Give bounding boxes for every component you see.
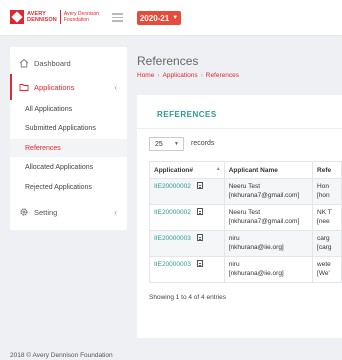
logo-divider bbox=[59, 10, 61, 24]
table-info: Showing 1 to 4 of 4 entries bbox=[149, 294, 226, 301]
applicant-email: [nkhurana@iie.org] bbox=[228, 244, 284, 251]
breadcrumb-references: References bbox=[205, 72, 239, 79]
applicant-name: niru bbox=[228, 235, 240, 242]
reference-name: carg bbox=[317, 235, 330, 242]
application-link[interactable]: IIE20000002 bbox=[154, 209, 191, 216]
cell-application: IIE20000002 bbox=[149, 178, 225, 205]
reference-email: [We' bbox=[317, 270, 330, 277]
cell-reference: Hon [hon bbox=[312, 178, 342, 205]
table-header-row: Application# ▲ Applicant Name Refe bbox=[149, 161, 342, 179]
table-row: IIE20000002 Neeru Test [nkhurana7@gmail.c… bbox=[149, 178, 342, 205]
document-icon[interactable] bbox=[196, 260, 203, 267]
breadcrumb: Home › Applications › References bbox=[137, 72, 239, 79]
year-value: 2020-21 bbox=[139, 13, 170, 23]
sidebar-subitem-references[interactable]: References bbox=[25, 145, 61, 152]
cell-applicant: niru [nkhurana@iie.org] bbox=[223, 256, 314, 283]
sidebar-item-label: Dashboard bbox=[34, 58, 71, 68]
sidebar-subitem-submitted-applications[interactable]: Submitted Applications bbox=[25, 125, 96, 132]
applicant-email: [nkhurana7@gmail.com] bbox=[228, 218, 300, 225]
cell-application: IIE20000002 bbox=[149, 204, 225, 231]
cell-application: IIE20000003 bbox=[149, 230, 225, 257]
footer-copyright: 2018 © Avery Dennison Foundation bbox=[10, 352, 113, 359]
column-header-applicant-name[interactable]: Applicant Name bbox=[223, 161, 314, 179]
references-card: REFERENCES 25 ▼ records Application# ▲ A… bbox=[137, 95, 342, 338]
breadcrumb-separator: › bbox=[200, 72, 203, 79]
home-icon bbox=[19, 58, 29, 68]
cell-application: IIE20000003 bbox=[149, 256, 225, 283]
document-icon[interactable] bbox=[196, 208, 203, 215]
year-select[interactable]: 2020-21 ▼ bbox=[137, 11, 181, 25]
reference-name: Hon bbox=[317, 183, 329, 190]
chevron-down-icon: ▼ bbox=[172, 15, 179, 21]
breadcrumb-home[interactable]: Home bbox=[137, 72, 154, 79]
applicant-name: niru bbox=[228, 261, 240, 268]
chevron-down-icon: ▼ bbox=[174, 141, 179, 147]
document-icon[interactable] bbox=[196, 182, 203, 189]
applicant-email: [nkhurana@iie.org] bbox=[228, 270, 284, 277]
logo-wordmark: AVERY DENNISON bbox=[27, 11, 57, 23]
sidebar-item-label: Setting bbox=[34, 207, 58, 217]
table-row: IIE20000003 niru [nkhurana@iie.org] carg [… bbox=[149, 230, 342, 257]
column-header-label: Applicant Name bbox=[228, 166, 278, 174]
reference-email: [hon bbox=[317, 192, 330, 199]
sidebar-item-applications[interactable]: Applications ‹ bbox=[10, 74, 127, 100]
reference-name: NK T bbox=[317, 209, 332, 216]
cell-applicant: Neeru Test [nkhurana7@gmail.com] bbox=[223, 178, 314, 205]
applicant-name: Neeru Test bbox=[228, 183, 261, 190]
cell-applicant: Neeru Test [nkhurana7@gmail.com] bbox=[223, 204, 314, 231]
page-title: References bbox=[137, 54, 199, 68]
sidebar-subitem-rejected-applications[interactable]: Rejected Applications bbox=[25, 184, 92, 191]
chevron-left-icon: ‹ bbox=[114, 207, 117, 217]
references-table: Application# ▲ Applicant Name Refe IIE20… bbox=[149, 161, 342, 283]
gear-icon bbox=[20, 208, 28, 216]
application-link[interactable]: IIE20000003 bbox=[154, 235, 191, 242]
applicant-email: [nkhurana7@gmail.com] bbox=[228, 192, 300, 199]
reference-email: [carg bbox=[317, 244, 332, 251]
sidebar-item-label: Applications bbox=[34, 82, 75, 92]
logo-mark-icon bbox=[10, 10, 24, 24]
top-bar: AVERY DENNISON Avery Dennison Foundation… bbox=[0, 0, 342, 36]
folder-icon bbox=[19, 84, 29, 91]
sidebar-item-setting[interactable]: Setting ‹ bbox=[10, 199, 127, 225]
cell-reference: NK T [nee bbox=[312, 204, 342, 231]
sidebar-subitem-allocated-applications[interactable]: Allocated Applications bbox=[25, 164, 93, 171]
column-header-label: Refe bbox=[317, 166, 332, 174]
breadcrumb-applications[interactable]: Applications bbox=[163, 72, 198, 79]
table-row: IIE20000002 Neeru Test [nkhurana7@gmail.c… bbox=[149, 204, 342, 231]
logo-line2: DENNISON bbox=[27, 17, 57, 23]
chevron-left-icon: ‹ bbox=[114, 82, 117, 92]
cell-applicant: niru [nkhurana@iie.org] bbox=[223, 230, 314, 257]
sidebar-subitem-all-applications[interactable]: All Applications bbox=[25, 106, 72, 113]
sidebar-item-dashboard[interactable]: Dashboard bbox=[10, 50, 127, 76]
application-link[interactable]: IIE20000003 bbox=[154, 261, 191, 268]
sort-asc-icon: ▲ bbox=[215, 166, 221, 172]
applicant-name: Neeru Test bbox=[228, 209, 261, 216]
reference-name: wete bbox=[317, 261, 331, 268]
document-icon[interactable] bbox=[196, 234, 203, 241]
reference-email: [nee bbox=[317, 218, 330, 225]
column-header-application[interactable]: Application# ▲ bbox=[149, 161, 225, 179]
column-header-reference[interactable]: Refe bbox=[312, 161, 342, 179]
table-row: IIE20000003 niru [nkhurana@iie.org] wete [… bbox=[149, 256, 342, 283]
cell-reference: wete [We' bbox=[312, 256, 342, 283]
logo-subtitle: Avery Dennison Foundation bbox=[64, 11, 99, 23]
logo-sub2: Foundation bbox=[63, 17, 89, 23]
menu-toggle-icon[interactable] bbox=[112, 13, 123, 22]
records-label: records bbox=[191, 140, 215, 147]
sidebar: Dashboard Applications ‹ All Application… bbox=[10, 47, 127, 230]
card-title: REFERENCES bbox=[157, 110, 217, 119]
page-length-select[interactable]: 25 ▼ bbox=[149, 137, 184, 151]
application-link[interactable]: IIE20000002 bbox=[154, 183, 191, 190]
breadcrumb-separator: › bbox=[157, 72, 160, 79]
brand-logo[interactable]: AVERY DENNISON Avery Dennison Foundation bbox=[10, 10, 99, 24]
cell-reference: carg [carg bbox=[312, 230, 342, 257]
column-header-label: Application# bbox=[154, 166, 194, 174]
card-divider bbox=[137, 128, 342, 129]
page-length-value: 25 bbox=[155, 140, 163, 148]
